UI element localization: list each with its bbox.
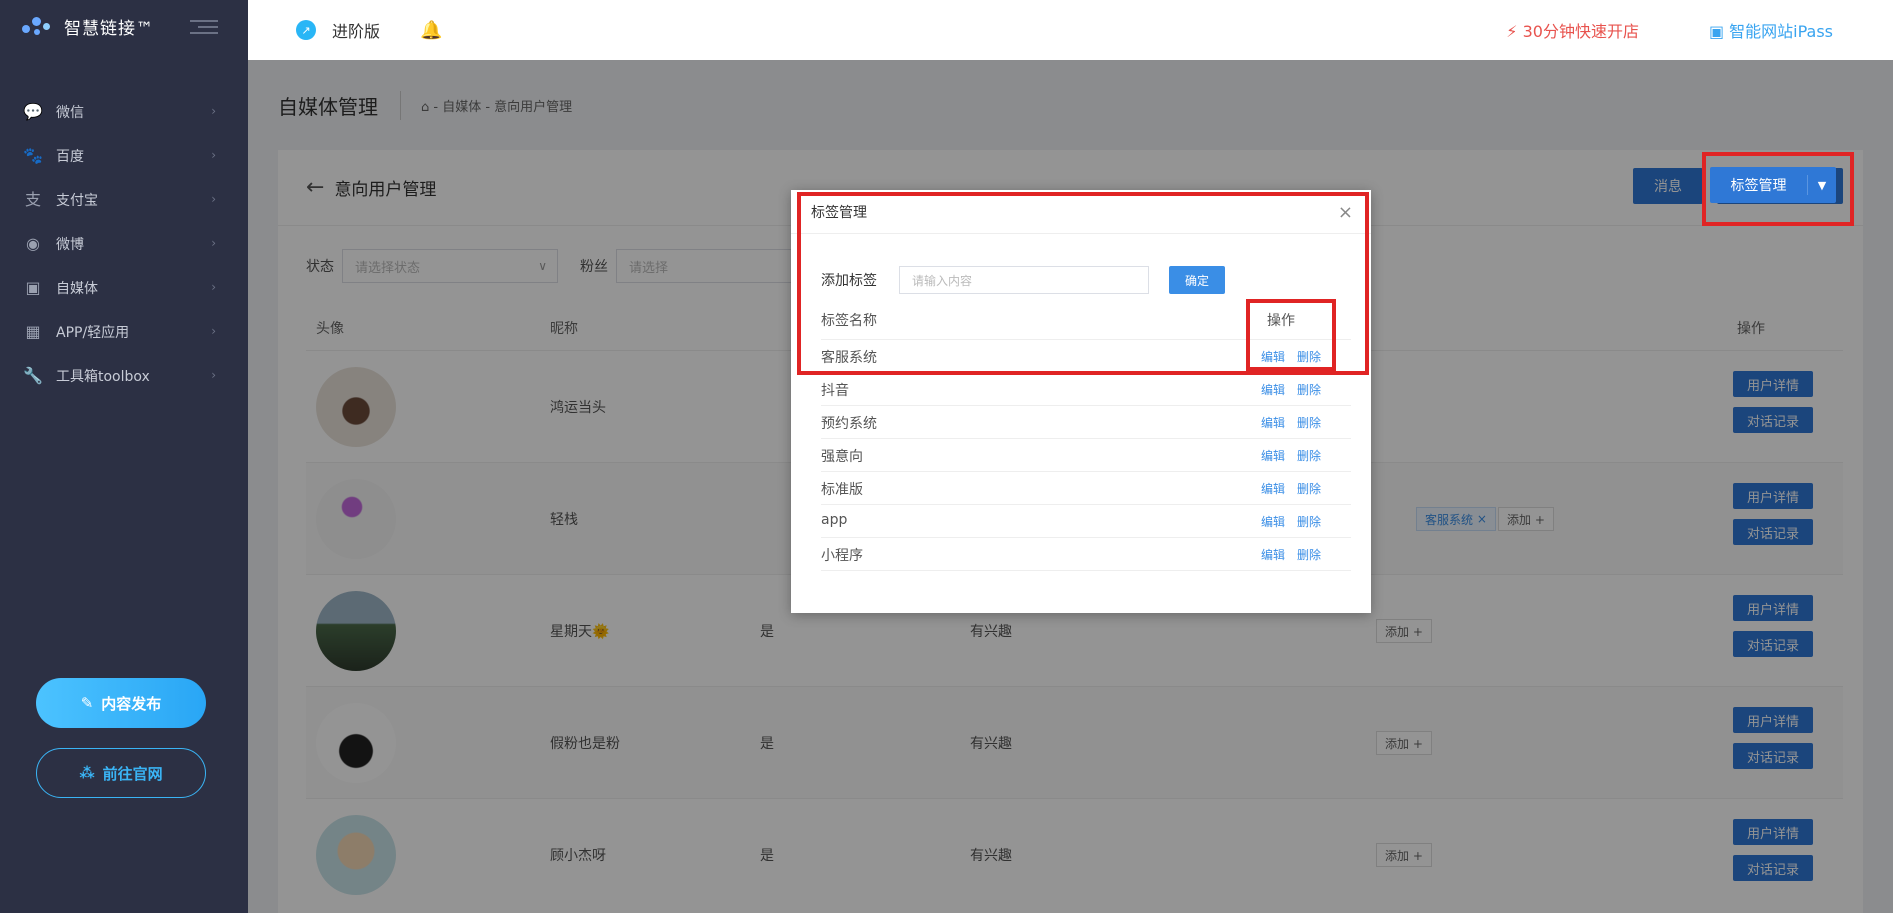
chevron-right-icon: › xyxy=(211,236,216,250)
edit-link[interactable]: 编辑 xyxy=(1261,513,1285,530)
ipass-link[interactable]: ▣ 智能网站iPass xyxy=(1709,18,1833,42)
site-label: 前往官网 xyxy=(102,764,163,783)
sidebar-item-label: 工具箱toolbox xyxy=(56,369,150,385)
tag-row: 预约系统 编辑 删除 xyxy=(821,406,1351,439)
edit-link[interactable]: 编辑 xyxy=(1261,546,1285,563)
tag-name: app xyxy=(821,512,848,528)
chevron-right-icon: › xyxy=(211,280,216,294)
menu-toggle-icon[interactable] xyxy=(190,16,218,36)
sidebar-nav: 💬 微信 › 🐾 百度 › 支 支付宝 › ◉ 微博 › ▣ 自媒体 › ▦ A… xyxy=(0,90,248,398)
edit-link[interactable]: 编辑 xyxy=(1261,414,1285,431)
logo-mini-icon: ⁂ xyxy=(79,764,95,782)
tag-row: 标准版 编辑 删除 xyxy=(821,472,1351,505)
logo-icon xyxy=(22,15,56,37)
chevron-right-icon: › xyxy=(211,148,216,162)
chevron-right-icon: › xyxy=(211,192,216,206)
sidebar: 智慧链接™ 💬 微信 › 🐾 百度 › 支 支付宝 › ◉ 微博 › ▣ 自媒体… xyxy=(0,0,248,913)
tag-row: 强意向 编辑 删除 xyxy=(821,439,1351,472)
sidebar-item-label: 支付宝 xyxy=(56,193,98,209)
highlight-box-tag-button xyxy=(1702,152,1854,226)
chevron-right-icon: › xyxy=(211,324,216,338)
tag-name: 小程序 xyxy=(821,548,863,564)
topbar: ↗ 进阶版 🔔 ⚡ 30分钟快速开店 ▣ 智能网站iPass xyxy=(248,0,1893,60)
fast-open-link[interactable]: ⚡ 30分钟快速开店 xyxy=(1506,18,1639,42)
edit-link[interactable]: 编辑 xyxy=(1261,381,1285,398)
delete-link[interactable]: 删除 xyxy=(1297,480,1321,497)
delete-link[interactable]: 删除 xyxy=(1297,513,1321,530)
delete-link[interactable]: 删除 xyxy=(1297,546,1321,563)
sidebar-item-weibo[interactable]: ◉ 微博 › xyxy=(0,222,248,266)
edit-link[interactable]: 编辑 xyxy=(1261,447,1285,464)
sidebar-item-baidu[interactable]: 🐾 百度 › xyxy=(0,134,248,178)
wechat-icon: 💬 xyxy=(23,102,43,121)
delete-link[interactable]: 删除 xyxy=(1297,447,1321,464)
sidebar-item-label: APP/轻应用 xyxy=(56,325,130,341)
paw-icon: 🐾 xyxy=(23,146,43,165)
sidebar-item-label: 微博 xyxy=(56,237,84,253)
logo-text: 智慧链接™ xyxy=(64,18,154,39)
tag-name: 抖音 xyxy=(821,383,849,399)
delete-link[interactable]: 删除 xyxy=(1297,414,1321,431)
alipay-icon: 支 xyxy=(24,190,41,209)
version-label[interactable]: 进阶版 xyxy=(332,18,380,42)
sidebar-item-label: 微信 xyxy=(56,105,84,121)
media-icon: ▣ xyxy=(25,278,41,297)
tag-name: 预约系统 xyxy=(821,416,877,432)
sidebar-item-wechat[interactable]: 💬 微信 › xyxy=(0,90,248,134)
sidebar-item-alipay[interactable]: 支 支付宝 › xyxy=(0,178,248,222)
wrench-icon: 🔧 xyxy=(23,366,43,385)
app-grid-icon: ▦ xyxy=(25,322,41,341)
highlight-box-ops-column xyxy=(1246,299,1336,371)
edit-link[interactable]: 编辑 xyxy=(1261,480,1285,497)
sidebar-item-app[interactable]: ▦ APP/轻应用 › xyxy=(0,310,248,354)
sidebar-item-label: 自媒体 xyxy=(56,281,98,297)
version-badge-icon: ↗ xyxy=(296,20,316,40)
chevron-right-icon: › xyxy=(211,368,216,382)
delete-link[interactable]: 删除 xyxy=(1297,381,1321,398)
sidebar-item-toolbox[interactable]: 🔧 工具箱toolbox › xyxy=(0,354,248,398)
chevron-right-icon: › xyxy=(211,104,216,118)
publish-button[interactable]: ✎ 内容发布 xyxy=(36,678,206,728)
tag-name: 标准版 xyxy=(821,482,863,498)
tag-row: app 编辑 删除 xyxy=(821,505,1351,538)
sidebar-item-media[interactable]: ▣ 自媒体 › xyxy=(0,266,248,310)
official-site-button[interactable]: ⁂ 前往官网 xyxy=(36,748,206,798)
edit-icon: ✎ xyxy=(80,694,94,712)
publish-label: 内容发布 xyxy=(101,694,162,713)
tag-name: 强意向 xyxy=(821,449,863,465)
bell-icon[interactable]: 🔔 xyxy=(420,20,442,41)
weibo-icon: ◉ xyxy=(26,234,40,253)
sidebar-item-label: 百度 xyxy=(56,149,84,165)
tag-row: 抖音 编辑 删除 xyxy=(821,373,1351,406)
ipass-label: 智能网站iPass xyxy=(1729,22,1833,41)
fast-open-label: 30分钟快速开店 xyxy=(1522,22,1639,41)
tag-row: 小程序 编辑 删除 xyxy=(821,538,1351,571)
